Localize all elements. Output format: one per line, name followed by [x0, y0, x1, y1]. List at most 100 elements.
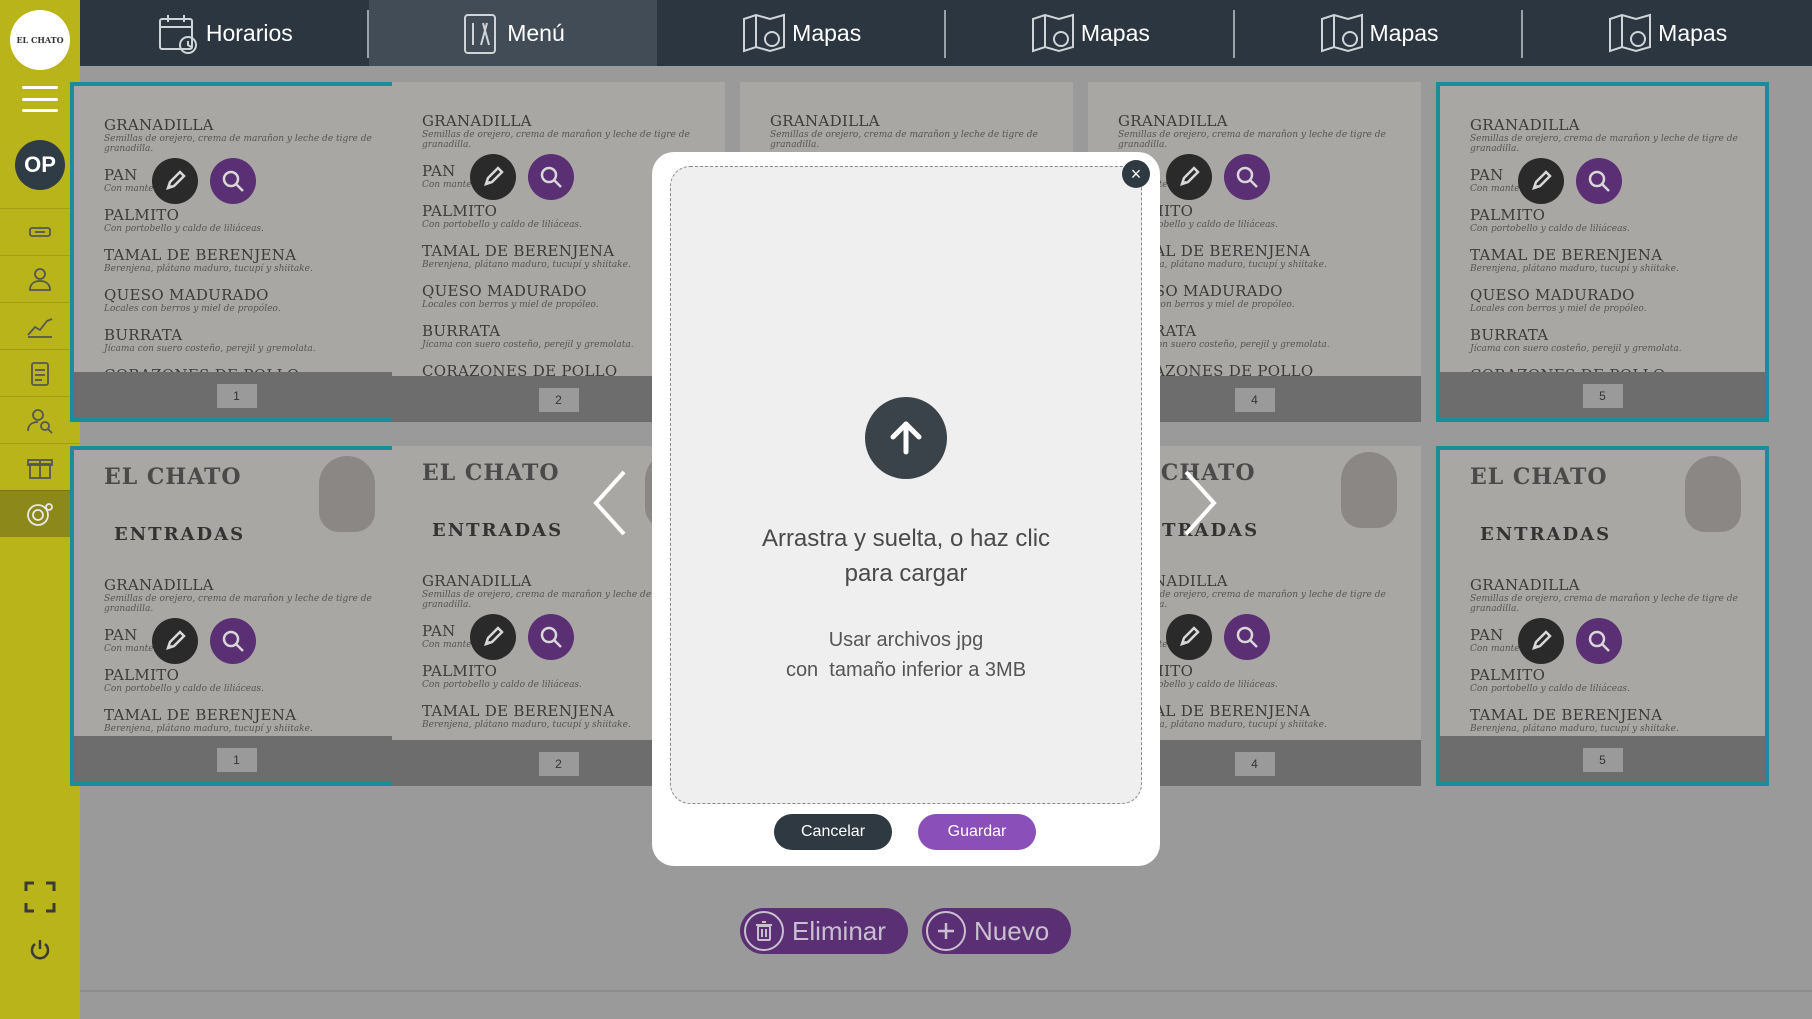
hamburger-menu-icon[interactable]	[22, 86, 58, 112]
settings-icon[interactable]	[0, 490, 80, 537]
menu-item-name: PAN	[1470, 626, 1504, 644]
menu-item-name: BURRATA	[422, 322, 501, 340]
gift-icon[interactable]	[0, 443, 80, 490]
user-icon[interactable]	[0, 255, 80, 302]
page-number: 2	[538, 388, 579, 412]
menu-item-desc: Semillas de orejero, crema de marañon y …	[104, 594, 372, 614]
upload-arrow-icon[interactable]	[865, 397, 947, 479]
page-number: 1	[216, 384, 257, 408]
tab-label: Mapas	[1369, 19, 1439, 46]
magnifier-icon[interactable]	[528, 614, 574, 660]
menu-item-desc: Semillas de orejero, crema de marañon y …	[1118, 590, 1386, 610]
menu-item-name: QUESO MADURADO	[104, 286, 269, 304]
calendar-icon	[158, 15, 197, 54]
menu-card[interactable]: EL CHATO ENTRADAS GRANADILLASemillas de or…	[70, 446, 403, 786]
pencil-icon[interactable]	[1166, 154, 1212, 200]
tab-mapas-1[interactable]: Mapas	[657, 0, 947, 66]
logo[interactable]: EL CHATO	[10, 10, 70, 70]
plus-icon	[926, 911, 966, 951]
menu-item: PALMITOCon portobello y caldo de liliáce…	[1118, 202, 1411, 230]
menu-item: TAMAL DE BERENJENABerenjena, plátano mad…	[1118, 242, 1411, 270]
menu-item-desc: Jícama con suero costeño, perejil y grem…	[1470, 344, 1682, 354]
pencil-icon[interactable]	[470, 154, 516, 200]
magnifier-icon[interactable]	[210, 618, 256, 664]
menu-item-desc: Locales con berros y miel de propóleo.	[1470, 304, 1647, 314]
previous-arrow-icon[interactable]	[590, 468, 630, 538]
menu-item-name: PAN	[422, 622, 456, 640]
pencil-icon[interactable]	[470, 614, 516, 660]
pencil-icon[interactable]	[152, 618, 198, 664]
menu-item-name: PAN	[104, 626, 138, 644]
magnifier-icon[interactable]	[1576, 158, 1622, 204]
menu-item-name: GRANADILLA	[104, 116, 214, 134]
pencil-icon[interactable]	[1518, 618, 1564, 664]
menu-item-name: TAMAL DE BERENJENA	[1470, 706, 1663, 724]
menu-item-desc: Con portobello y caldo de liliáceas.	[104, 224, 264, 234]
user-search-icon[interactable]	[0, 396, 80, 443]
dropzone[interactable]: Arrastra y suelta, o haz clic para carga…	[670, 166, 1142, 804]
pencil-icon[interactable]	[152, 158, 198, 204]
magnifier-icon[interactable]	[210, 158, 256, 204]
chef-image	[1341, 452, 1397, 528]
menu-item: GRANADILLASemillas de orejero, crema de …	[1118, 112, 1411, 150]
pencil-icon[interactable]	[1518, 158, 1564, 204]
magnifier-icon[interactable]	[1576, 618, 1622, 664]
magnifier-icon[interactable]	[528, 154, 574, 200]
menu-card[interactable]: GRANADILLA Semillas de orejero, crema de …	[1436, 82, 1769, 422]
menu-item: QUESO MADURADOLocales con berros y miel …	[1118, 282, 1411, 310]
delete-label: Eliminar	[792, 915, 886, 946]
drop-instructions: Arrastra y suelta, o haz clic para carga…	[761, 525, 1051, 587]
menu-item-desc: Con portobello y caldo de liliáceas.	[104, 684, 264, 694]
menu-item-desc: Con portobello y caldo de liliáceas.	[1118, 680, 1278, 690]
menu-item-name: TAMAL DE BERENJENA	[104, 706, 297, 724]
menu-item: PALMITOCon portobello y caldo de liliáce…	[1118, 662, 1411, 690]
next-arrow-icon[interactable]	[1180, 468, 1220, 538]
clipboard-icon[interactable]	[0, 349, 80, 396]
menu-item-desc: Berenjena, plátano maduro, tucupí y shii…	[1470, 264, 1679, 274]
menu-item-name: PALMITO	[422, 662, 498, 680]
menu-item-name: GRANADILLA	[1470, 576, 1580, 594]
menu-item-name: PALMITO	[104, 206, 180, 224]
cancel-button[interactable]: Cancelar	[774, 814, 892, 850]
avatar[interactable]: OP	[15, 140, 65, 190]
tab-mapas-4[interactable]: Mapas	[1523, 0, 1812, 66]
menu-item-name: PALMITO	[1470, 206, 1546, 224]
menu-item: TAMAL DE BERENJENABerenjena, plátano mad…	[1470, 246, 1755, 274]
chef-image	[1685, 456, 1741, 532]
upload-modal: Arrastra y suelta, o haz clic para carga…	[652, 152, 1160, 866]
menu-card[interactable]: EL CHATO ENTRADAS GRANADILLASemillas de or…	[1436, 446, 1769, 786]
menu-item-desc: Con portobello y caldo de liliáceas.	[1470, 224, 1630, 234]
tab-mapas-2[interactable]: Mapas	[946, 0, 1235, 66]
chart-icon[interactable]	[0, 302, 80, 349]
file-hint: Usar archivos jpg con tamaño inferior a …	[671, 625, 1141, 685]
tab-label: Mapas	[1080, 19, 1150, 46]
fullscreen-icon[interactable]	[24, 881, 56, 918]
menu-item: QUESO MADURADOLocales con berros y miel …	[104, 286, 389, 314]
menu-item-name: GRANADILLA	[422, 112, 532, 130]
menu-item-name: QUESO MADURADO	[1470, 286, 1635, 304]
divider	[80, 990, 1812, 992]
menu-item: PALMITOCon portobello y caldo de liliáce…	[104, 666, 389, 694]
tab-menu[interactable]: Menú	[368, 0, 658, 66]
menu-item-desc: Berenjena, plátano maduro, tucupí y shii…	[1118, 720, 1327, 730]
close-icon[interactable]: ×	[1122, 160, 1150, 188]
map-icon	[1031, 13, 1074, 53]
ticket-icon[interactable]	[0, 208, 80, 255]
delete-button[interactable]: Eliminar	[740, 908, 908, 954]
menu-item: GRANADILLASemillas de orejero, crema de …	[104, 116, 389, 154]
menu-item-name: QUESO MADURADO	[422, 282, 587, 300]
menu-item-desc: Con portobello y caldo de liliáceas.	[1118, 220, 1278, 230]
new-button[interactable]: Nuevo	[922, 908, 1072, 954]
menu-item-name: TAMAL DE BERENJENA	[422, 242, 615, 260]
menu-icon	[464, 14, 497, 54]
menu-card[interactable]: GRANADILLA Semillas de orejero, crema de …	[70, 82, 403, 422]
card-brand: EL CHATO	[104, 464, 242, 490]
menu-item-name: PALMITO	[104, 666, 180, 684]
magnifier-icon[interactable]	[1224, 614, 1270, 660]
power-icon[interactable]	[28, 938, 52, 967]
magnifier-icon[interactable]	[1224, 154, 1270, 200]
tab-horarios[interactable]: Horarios	[80, 0, 369, 66]
tab-mapas-3[interactable]: Mapas	[1235, 0, 1524, 66]
save-button[interactable]: Guardar	[918, 814, 1036, 850]
pencil-icon[interactable]	[1166, 614, 1212, 660]
